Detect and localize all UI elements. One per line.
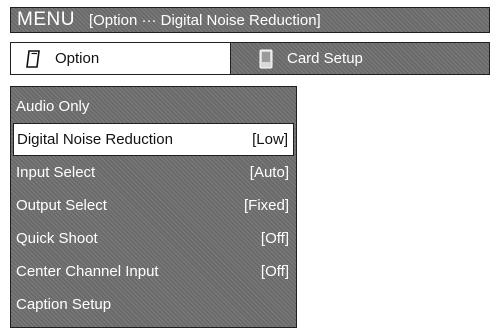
menu-item-value: [Fixed]	[243, 197, 289, 214]
tab-card-setup[interactable]: Card Setup	[231, 43, 489, 74]
menu-item-label: Output Select	[16, 197, 107, 214]
menu-item-output-select[interactable]: Output Select [Fixed]	[11, 189, 296, 222]
menu-item-value: [Auto]	[249, 164, 289, 181]
menu-item-label: Quick Shoot	[16, 230, 98, 247]
tab-option[interactable]: Option	[11, 43, 231, 74]
menu-item-audio-only[interactable]: Audio Only	[11, 90, 296, 123]
tab-card-setup-label: Card Setup	[287, 50, 363, 67]
menu-breadcrumb: [Option ··· Digital Noise Reduction]	[88, 11, 321, 29]
menu-item-label: Digital Noise Reduction	[17, 131, 173, 148]
menu-item-caption-setup[interactable]: Caption Setup	[11, 288, 296, 321]
menu-item-value: [Low]	[252, 131, 288, 148]
card-setup-icon	[259, 49, 273, 69]
menu-item-digital-noise-reduction[interactable]: Digital Noise Reduction [Low]	[13, 123, 294, 156]
menu-tab-bar: Option Card Setup	[10, 42, 490, 75]
menu-item-quick-shoot[interactable]: Quick Shoot [Off]	[11, 222, 296, 255]
menu-item-center-channel-input[interactable]: Center Channel Input [Off]	[11, 255, 296, 288]
option-card-icon	[25, 49, 41, 68]
menu-title: MENU	[17, 9, 75, 30]
menu-item-label: Input Select	[16, 164, 96, 181]
menu-item-input-select[interactable]: Input Select [Auto]	[11, 156, 296, 189]
menu-item-label: Caption Setup	[16, 296, 112, 313]
menu-title-bar: MENU [Option ··· Digital Noise Reduction…	[10, 7, 490, 33]
menu-item-value: [Off]	[260, 263, 289, 280]
tab-option-label: Option	[55, 50, 100, 67]
option-menu-list: Audio Only Digital Noise Reduction [Low]…	[10, 86, 297, 328]
menu-item-value: [Off]	[260, 230, 289, 247]
menu-item-label: Audio Only	[16, 98, 90, 115]
menu-item-label: Center Channel Input	[16, 263, 159, 280]
